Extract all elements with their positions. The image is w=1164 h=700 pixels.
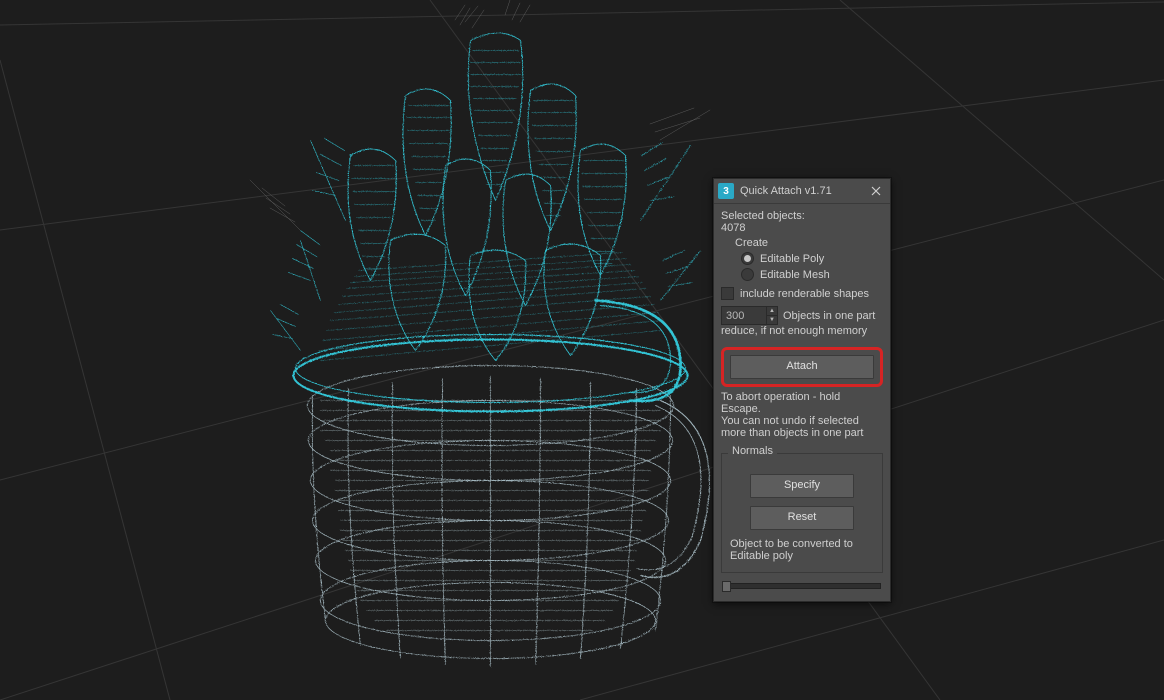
progress-thumb[interactable]: [722, 581, 731, 592]
normals-group: Normals Specify Reset Object to be conve…: [721, 453, 883, 573]
viewport-object: [0, 0, 1164, 700]
create-label: Create: [721, 237, 883, 249]
radio-editable-poly[interactable]: Editable Poly: [741, 252, 883, 265]
normals-legend: Normals: [728, 445, 777, 457]
viewport-grid: [0, 0, 1164, 700]
radio-icon: [741, 252, 754, 265]
attach-highlight: Attach: [721, 347, 883, 387]
spinner-down[interactable]: ▼: [767, 316, 777, 324]
convert-hint-1: Object to be converted to: [730, 538, 874, 550]
abort-hint-3: more than objects in one part: [721, 427, 883, 439]
spinner-up[interactable]: ▲: [767, 307, 777, 316]
objects-per-part-spinner[interactable]: ▲ ▼: [721, 306, 778, 325]
abort-hint-2: You can not undo if selected: [721, 415, 883, 427]
dialog-title: Quick Attach v1.71: [740, 185, 862, 197]
dialog-titlebar[interactable]: 3 Quick Attach v1.71: [714, 179, 890, 204]
spinner-hint-2: reduce, if not enough memory: [721, 325, 883, 337]
radio-icon: [741, 268, 754, 281]
checkbox-icon: [721, 287, 734, 300]
app-icon: 3: [718, 183, 734, 199]
spinner-input[interactable]: [722, 307, 766, 324]
radio-label: Editable Mesh: [760, 269, 830, 281]
attach-button[interactable]: Attach: [730, 355, 874, 379]
selected-objects-count: 4078: [721, 222, 883, 234]
radio-editable-mesh[interactable]: Editable Mesh: [741, 268, 883, 281]
specify-button[interactable]: Specify: [750, 474, 854, 498]
reset-button[interactable]: Reset: [750, 506, 854, 530]
quick-attach-dialog: 3 Quick Attach v1.71 Selected objects: 4…: [713, 178, 891, 602]
radio-label: Editable Poly: [760, 253, 824, 265]
spinner-hint: Objects in one part: [783, 310, 875, 322]
selected-objects-label: Selected objects:: [721, 210, 883, 222]
close-icon: [871, 186, 881, 196]
convert-hint-2: Editable poly: [730, 550, 874, 562]
checkbox-label: include renderable shapes: [740, 288, 869, 300]
abort-hint-1: To abort operation - hold Escape.: [721, 391, 883, 415]
close-button[interactable]: [862, 179, 890, 203]
checkbox-include-shapes[interactable]: include renderable shapes: [721, 287, 883, 300]
progress-track[interactable]: [723, 583, 881, 589]
